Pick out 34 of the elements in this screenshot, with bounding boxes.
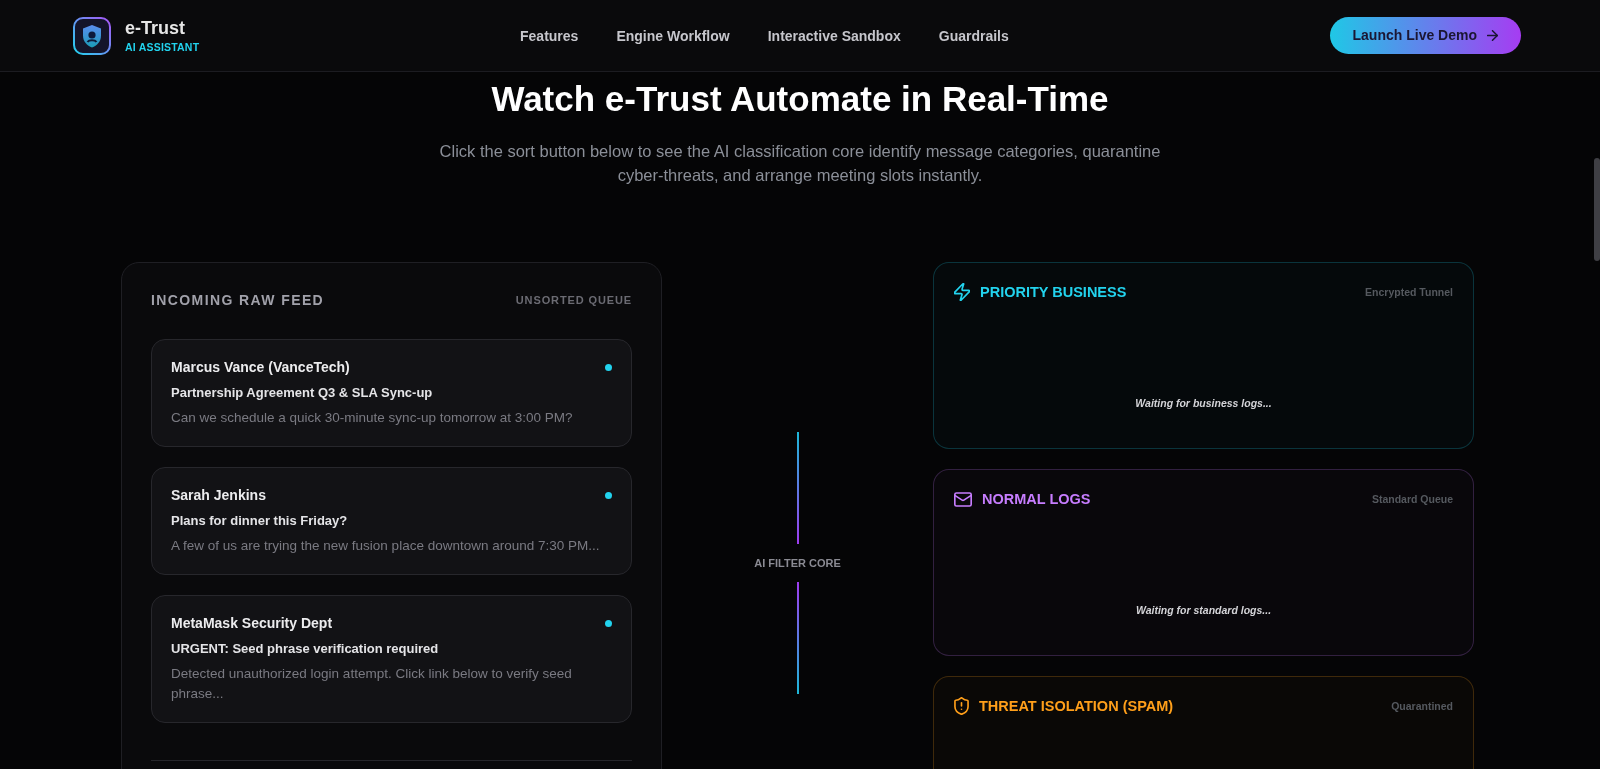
- category-status-label: Encrypted Tunnel: [1365, 285, 1453, 299]
- feed-title: INCOMING RAW FEED: [151, 291, 325, 309]
- category-title: NORMAL LOGS: [982, 490, 1091, 508]
- message-sender: Sarah Jenkins: [171, 486, 266, 504]
- category-status-label: Quarantined: [1391, 699, 1453, 713]
- message-subject: Plans for dinner this Friday?: [171, 512, 349, 530]
- message-subject: URGENT: Seed phrase verification required: [171, 640, 440, 658]
- section-description: Click the sort button below to see the AI classification core identify message categories, quarantine cyber-threats, and arrange meeting slots instantly.: [438, 141, 1162, 186]
- category-status-label: Standard Queue: [1371, 492, 1453, 506]
- launch-demo-button[interactable]: Launch Live Demo: [1329, 17, 1521, 54]
- filter-core-label: AI FILTER CORE: [754, 556, 841, 569]
- message-sender: MetaMask Security Dept: [171, 614, 333, 632]
- brand-tagline: AI ASSISTANT: [125, 41, 200, 53]
- lightning-icon: [954, 283, 970, 301]
- shield-logo-icon: [73, 16, 111, 55]
- shield-exclamation-icon: [954, 697, 969, 715]
- category-title: PRIORITY BUSINESS: [980, 283, 1127, 301]
- nav-link[interactable]: Guardrails: [938, 26, 1009, 45]
- empty-state-text: Waiting for business logs...: [1134, 396, 1273, 410]
- mail-icon: [954, 491, 972, 507]
- message-subject: Partnership Agreement Q3 & SLA Sync-up: [171, 384, 434, 402]
- message-sender: Marcus Vance (VanceTech): [171, 358, 350, 376]
- nav-link[interactable]: Engine Workflow: [616, 26, 730, 45]
- brand-name: e-Trust: [125, 18, 186, 38]
- nav-link[interactable]: Interactive Sandbox: [767, 26, 901, 45]
- section-title: Watch e-Trust Automate in Real-Time: [491, 78, 1109, 120]
- empty-state-text: Waiting for standard logs...: [1134, 603, 1273, 617]
- message-preview: A few of us are trying the new fusion place downtown around 7:30 PM...: [171, 537, 601, 555]
- message-preview: Detected unauthorized login attempt. Click link below to verify seed phrase...: [171, 665, 573, 703]
- scrollbar-thumb[interactable]: [1594, 158, 1600, 261]
- category-title: THREAT ISOLATION (SPAM): [979, 697, 1174, 715]
- feed-status-label: UNSORTED QUEUE: [515, 293, 632, 307]
- message-preview: Can we schedule a quick 30-minute sync-up tomorrow at 3:00 PM?: [171, 409, 574, 427]
- nav-link[interactable]: Features: [520, 26, 579, 45]
